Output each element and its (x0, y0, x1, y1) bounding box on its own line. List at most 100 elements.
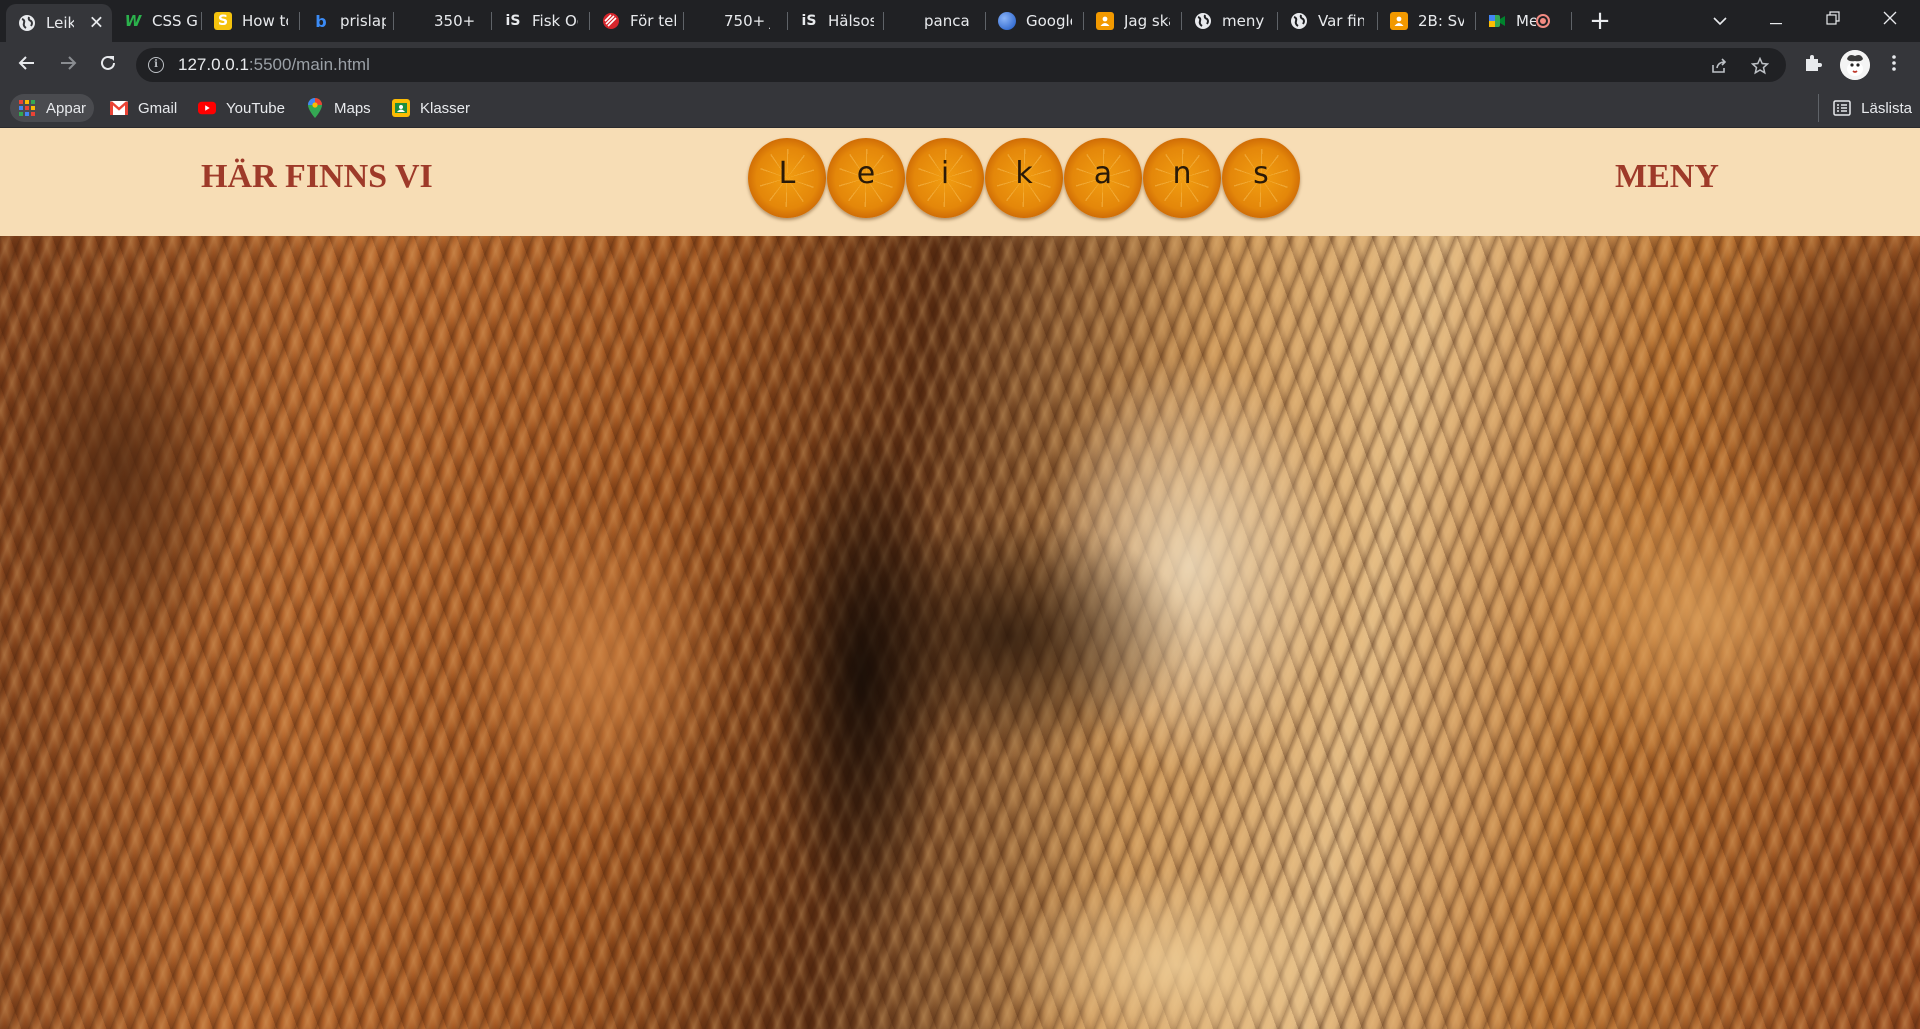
page-viewport: HÄR FINNS VI L e i k a n s MENY (0, 128, 1920, 1029)
meet-icon (1488, 12, 1506, 30)
bookmark-apps[interactable]: Appar (10, 94, 95, 122)
share-icon[interactable] (1708, 55, 1730, 77)
url-path: :5500/main.html (248, 55, 370, 74)
tab-prislapp[interactable]: b prislapp (300, 0, 394, 42)
arrow-right-icon (59, 54, 77, 76)
bookmark-klasser[interactable]: Klasser (384, 94, 478, 122)
tab-label: prislapp (340, 12, 386, 30)
bookmark-gmail[interactable]: Gmail (102, 94, 185, 122)
orange-slice-letter: n (1143, 138, 1221, 218)
tab-meet[interactable]: Me (1476, 0, 1572, 42)
bookmark-star-icon[interactable] (1749, 55, 1771, 77)
tab-pancake[interactable]: pancak (884, 0, 986, 42)
forward-button[interactable] (52, 49, 84, 81)
profile-avatar[interactable] (1840, 50, 1870, 80)
globe-icon (1290, 12, 1308, 30)
bookmark-youtube[interactable]: YouTube (190, 94, 293, 122)
close-icon (1883, 10, 1897, 29)
site-info-icon[interactable]: i (148, 57, 164, 73)
maps-pin-icon (306, 98, 324, 118)
browser-toolbar: i 127.0.0.1:5500/main.html (0, 42, 1920, 88)
restore-button[interactable] (1805, 0, 1861, 38)
chevron-down-icon (1713, 11, 1727, 30)
restore-icon (1826, 10, 1840, 29)
tab-label: pancak (924, 12, 970, 30)
bookmark-label: Appar (46, 99, 87, 117)
tab-label: Google (1026, 12, 1072, 30)
browser-menu-button[interactable] (1882, 53, 1906, 77)
close-window-button[interactable] (1862, 0, 1918, 38)
tab-label: Leik (46, 14, 74, 32)
orange-slice-letter: i (906, 138, 984, 218)
orange-slice-letter: L (748, 138, 826, 218)
w-logo-icon: W (124, 12, 142, 30)
arrow-left-icon (18, 54, 36, 76)
orange-slice-letter: a (1064, 138, 1142, 218)
reading-list-icon (1833, 100, 1851, 116)
is-logo-icon: iS (801, 13, 817, 29)
blank-icon (896, 12, 914, 30)
tab-2b-sve[interactable]: 2B: Sve (1378, 0, 1476, 42)
nav-link-meny[interactable]: MENY (1615, 158, 1719, 196)
globe-icon (1194, 12, 1212, 30)
bookmark-label: Gmail (138, 99, 178, 117)
tab-leikans[interactable]: Leik ✕ (6, 4, 112, 42)
new-tab-button[interactable]: + (1586, 6, 1614, 36)
bookmark-label: Klasser (420, 99, 471, 117)
tab-jag-ska[interactable]: Jag ska (1084, 0, 1182, 42)
puzzle-icon (1803, 53, 1823, 77)
apps-grid-icon (18, 99, 36, 117)
tab-strip: Leik ✕ W CSS Gri S How to b prislapp 350… (0, 0, 1920, 42)
back-button[interactable] (11, 49, 43, 81)
tab-label: CSS Gri (152, 12, 198, 30)
extensions-button[interactable] (1801, 53, 1825, 77)
tab-750[interactable]: 750+ Ju (684, 0, 788, 42)
bookmarks-bar: Appar Gmail YouTube Maps Klasser Läslist… (0, 88, 1920, 128)
google-orb-icon (998, 12, 1016, 30)
hero-wood-image (0, 236, 1920, 1029)
tab-halsose[interactable]: iS Hälsose (788, 0, 884, 42)
tab-var-finns[interactable]: Var finr (1278, 0, 1378, 42)
nav-link-har-finns-vi[interactable]: HÄR FINNS VI (201, 158, 433, 196)
tab-label: 750+ Ju (724, 12, 770, 30)
tab-google[interactable]: Google (986, 0, 1084, 42)
tab-label: Fisk Oc (532, 12, 578, 30)
recording-icon (1536, 14, 1550, 28)
tab-search-button[interactable] (1700, 2, 1740, 38)
url-host: 127.0.0.1 (178, 55, 249, 74)
s-logo-icon: S (214, 12, 232, 30)
blank-icon (696, 12, 714, 30)
red-logo-icon (602, 12, 620, 30)
tab-label: Var finr (1318, 12, 1364, 30)
bookmark-maps[interactable]: Maps (298, 94, 379, 122)
bookmark-label: Maps (334, 99, 371, 117)
classroom-icon (1096, 12, 1114, 30)
tab-label: meny (1222, 12, 1265, 30)
globe-icon (18, 14, 36, 32)
tab-css-grid[interactable]: W CSS Gri (112, 0, 202, 42)
tab-label: Hälsose (828, 12, 874, 30)
tab-fisk[interactable]: iS Fisk Oc (492, 0, 590, 42)
tab-meny[interactable]: meny (1182, 0, 1278, 42)
classroom-icon (392, 99, 410, 117)
tab-350[interactable]: 350+ P (394, 0, 492, 42)
address-bar[interactable]: i 127.0.0.1:5500/main.html (136, 48, 1786, 82)
close-tab-icon[interactable]: ✕ (89, 13, 104, 34)
tab-label: För tek (630, 12, 676, 30)
site-logo[interactable]: L e i k a n s (748, 138, 1300, 220)
orange-slice-letter: e (827, 138, 905, 218)
orange-slice-letter: s (1222, 138, 1300, 218)
orange-slice-letter: k (985, 138, 1063, 218)
tab-how-to[interactable]: S How to (202, 0, 300, 42)
youtube-icon (198, 99, 216, 117)
gmail-icon (110, 99, 128, 117)
blank-icon (406, 12, 424, 30)
minimize-icon (1770, 10, 1782, 29)
tab-for-tek[interactable]: För tek (590, 0, 684, 42)
tab-label: Jag ska (1124, 12, 1170, 30)
tab-label: 350+ P (434, 12, 480, 30)
reload-button[interactable] (92, 49, 124, 81)
minimize-button[interactable] (1748, 0, 1804, 38)
is-logo-icon: iS (505, 13, 521, 29)
reading-list-button[interactable]: Läslista (1818, 94, 1912, 122)
